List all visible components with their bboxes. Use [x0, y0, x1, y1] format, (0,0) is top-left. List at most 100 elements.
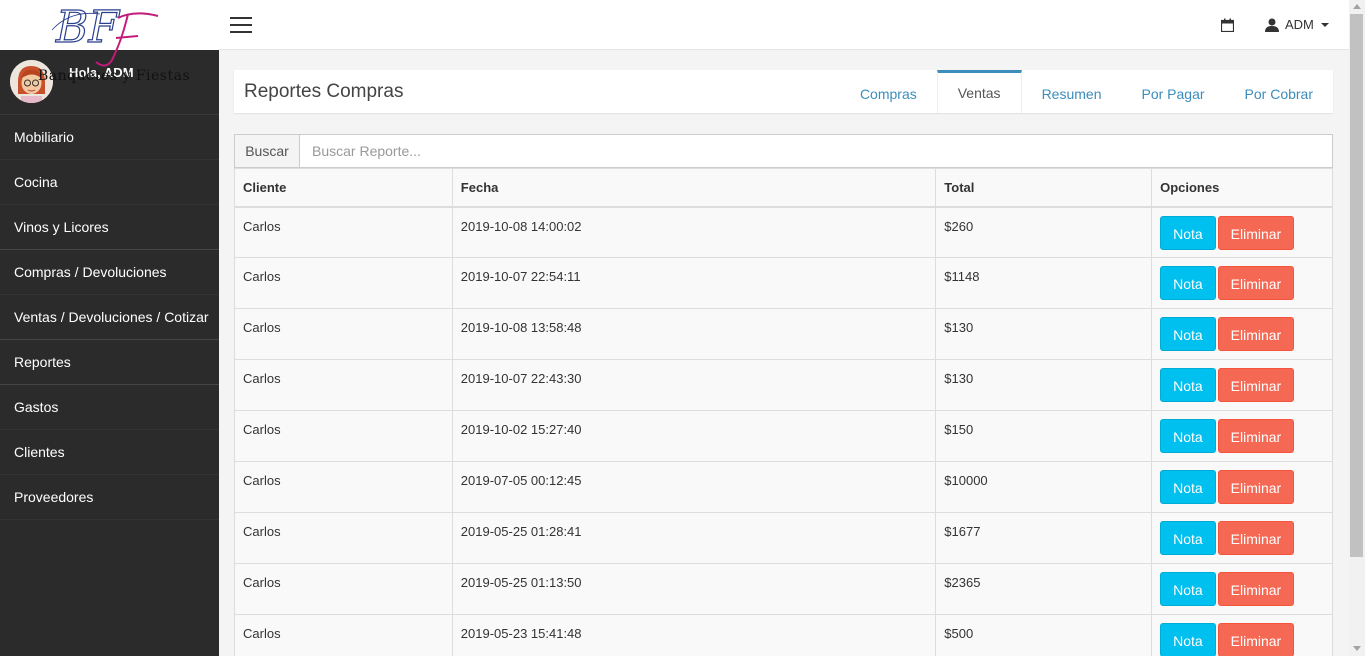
cell-total: $10000	[935, 461, 1153, 513]
cell-cliente: Carlos	[234, 410, 453, 462]
cell-cliente: Carlos	[234, 359, 453, 411]
eliminar-button[interactable]: Eliminar	[1217, 623, 1295, 656]
nota-button[interactable]: Nota	[1160, 317, 1216, 351]
sidebar-nav: Mobiliario Cocina Vinos y Licores Compra…	[0, 115, 219, 520]
reports-table: Cliente Fecha Total Opciones Carlos 2019…	[234, 168, 1333, 656]
table-row: Carlos 2019-05-25 01:13:50 $2365 Nota Eli…	[234, 563, 1333, 615]
sidebar-item-mobiliario[interactable]: Mobiliario	[0, 115, 219, 160]
nota-button[interactable]: Nota	[1160, 419, 1216, 453]
cell-opciones: Nota Eliminar	[1151, 257, 1333, 309]
report-tabs: Compras Ventas Resumen Por Pagar Por Cob…	[840, 70, 1333, 113]
cell-cliente: Carlos	[234, 512, 453, 564]
eliminar-button[interactable]: Eliminar	[1217, 572, 1295, 606]
cell-fecha: 2019-10-08 13:58:48	[451, 308, 937, 360]
cell-total: $260	[935, 206, 1153, 258]
eliminar-button[interactable]: Eliminar	[1217, 317, 1295, 351]
logo-area[interactable]: BF	[0, 0, 219, 67]
cell-total: $2365	[935, 563, 1153, 615]
cell-fecha: 2019-05-23 15:41:48	[451, 614, 937, 656]
column-header-fecha: Fecha	[451, 168, 937, 208]
nota-button[interactable]: Nota	[1160, 623, 1216, 656]
cell-fecha: 2019-07-05 00:12:45	[451, 461, 937, 513]
sidebar-item-gastos[interactable]: Gastos	[0, 385, 219, 430]
sidebar-item-cocina[interactable]: Cocina	[0, 160, 219, 205]
cell-cliente: Carlos	[234, 614, 453, 656]
cell-total: $500	[935, 614, 1153, 656]
sidebar-item-clientes[interactable]: Clientes	[0, 430, 219, 475]
search-input[interactable]	[300, 134, 1333, 168]
cell-total: $130	[935, 359, 1153, 411]
tab-resumen[interactable]: Resumen	[1022, 70, 1122, 113]
brand-logo: BF	[51, 1, 159, 67]
chevron-down-icon	[1320, 22, 1329, 27]
cell-total: $150	[935, 410, 1153, 462]
table-row: Carlos 2019-10-08 14:00:02 $260 Nota Elim…	[234, 206, 1333, 258]
nota-button[interactable]: Nota	[1160, 521, 1216, 555]
user-menu-label: ADM	[1285, 17, 1314, 32]
cell-cliente: Carlos	[234, 563, 453, 615]
sidebar-item-ventas[interactable]: Ventas / Devoluciones / Cotizar	[0, 295, 219, 340]
table-header-row: Cliente Fecha Total Opciones	[234, 168, 1333, 208]
nota-button[interactable]: Nota	[1160, 215, 1216, 250]
search-label: Buscar	[234, 134, 300, 168]
eliminar-button[interactable]: Eliminar	[1217, 470, 1295, 504]
cell-fecha: 2019-05-25 01:13:50	[451, 563, 937, 615]
cell-cliente: Carlos	[234, 257, 453, 309]
sidebar-item-reportes[interactable]: Reportes	[0, 340, 219, 385]
brand-name: Banquetes y Fiestas	[38, 68, 191, 84]
nota-button[interactable]: Nota	[1160, 368, 1216, 402]
eliminar-button[interactable]: Eliminar	[1217, 266, 1295, 300]
cell-cliente: Carlos	[234, 308, 453, 360]
content-header: Reportes Compras Compras Ventas Resumen …	[234, 70, 1333, 113]
cell-fecha: 2019-10-07 22:54:11	[451, 257, 937, 309]
cell-opciones: Nota Eliminar	[1151, 359, 1333, 411]
scroll-up-icon[interactable]	[1353, 4, 1361, 9]
table-row: Carlos 2019-05-23 15:41:48 $500 Nota Elim…	[234, 614, 1333, 656]
tab-por-pagar[interactable]: Por Pagar	[1121, 70, 1224, 113]
nota-button[interactable]: Nota	[1160, 470, 1216, 504]
cell-cliente: Carlos	[234, 206, 453, 258]
cell-opciones: Nota Eliminar	[1151, 206, 1333, 258]
table-row: Carlos 2019-10-08 13:58:48 $130 Nota Elim…	[234, 308, 1333, 360]
cell-cliente: Carlos	[234, 461, 453, 513]
cell-fecha: 2019-10-08 14:00:02	[451, 206, 937, 258]
cell-opciones: Nota Eliminar	[1151, 614, 1333, 656]
column-header-total: Total	[935, 168, 1153, 208]
search-bar: Buscar	[234, 134, 1333, 168]
user-menu[interactable]: ADM	[1265, 17, 1329, 32]
cell-fecha: 2019-10-07 22:43:30	[451, 359, 937, 411]
column-header-cliente: Cliente	[234, 168, 453, 208]
brand-logo-letter-b: BF	[55, 2, 120, 53]
cell-opciones: Nota Eliminar	[1151, 410, 1333, 462]
eliminar-button[interactable]: Eliminar	[1217, 521, 1295, 555]
cell-total: $1677	[935, 512, 1153, 564]
tab-compras[interactable]: Compras	[840, 70, 937, 113]
user-icon	[1265, 18, 1279, 32]
calendar-icon[interactable]	[1220, 18, 1235, 35]
hamburger-menu-icon[interactable]	[230, 17, 252, 33]
table-row: Carlos 2019-10-07 22:54:11 $1148 Nota Eli…	[234, 257, 1333, 309]
table-row: Carlos 2019-10-02 15:27:40 $150 Nota Elim…	[234, 410, 1333, 462]
nota-button[interactable]: Nota	[1160, 572, 1216, 606]
scrollbar-thumb[interactable]	[1350, 14, 1363, 557]
cell-total: $130	[935, 308, 1153, 360]
sidebar-item-vinos-licores[interactable]: Vinos y Licores	[0, 205, 219, 250]
cell-fecha: 2019-05-25 01:28:41	[451, 512, 937, 564]
sidebar-item-compras[interactable]: Compras / Devoluciones	[0, 250, 219, 295]
column-header-opciones: Opciones	[1151, 168, 1333, 208]
cell-opciones: Nota Eliminar	[1151, 461, 1333, 513]
nota-button[interactable]: Nota	[1160, 266, 1216, 300]
cell-opciones: Nota Eliminar	[1151, 308, 1333, 360]
eliminar-button[interactable]: Eliminar	[1217, 419, 1295, 453]
table-row: Carlos 2019-10-07 22:43:30 $130 Nota Elim…	[234, 359, 1333, 411]
tab-ventas[interactable]: Ventas	[936, 70, 1022, 113]
top-navbar: ADM	[219, 0, 1349, 50]
cell-fecha: 2019-10-02 15:27:40	[451, 410, 937, 462]
cell-opciones: Nota Eliminar	[1151, 563, 1333, 615]
cell-opciones: Nota Eliminar	[1151, 512, 1333, 564]
eliminar-button[interactable]: Eliminar	[1217, 368, 1295, 402]
eliminar-button[interactable]: Eliminar	[1217, 215, 1295, 250]
tab-por-cobrar[interactable]: Por Cobrar	[1225, 70, 1333, 113]
scroll-down-icon[interactable]	[1353, 646, 1361, 651]
sidebar-item-proveedores[interactable]: Proveedores	[0, 475, 219, 520]
